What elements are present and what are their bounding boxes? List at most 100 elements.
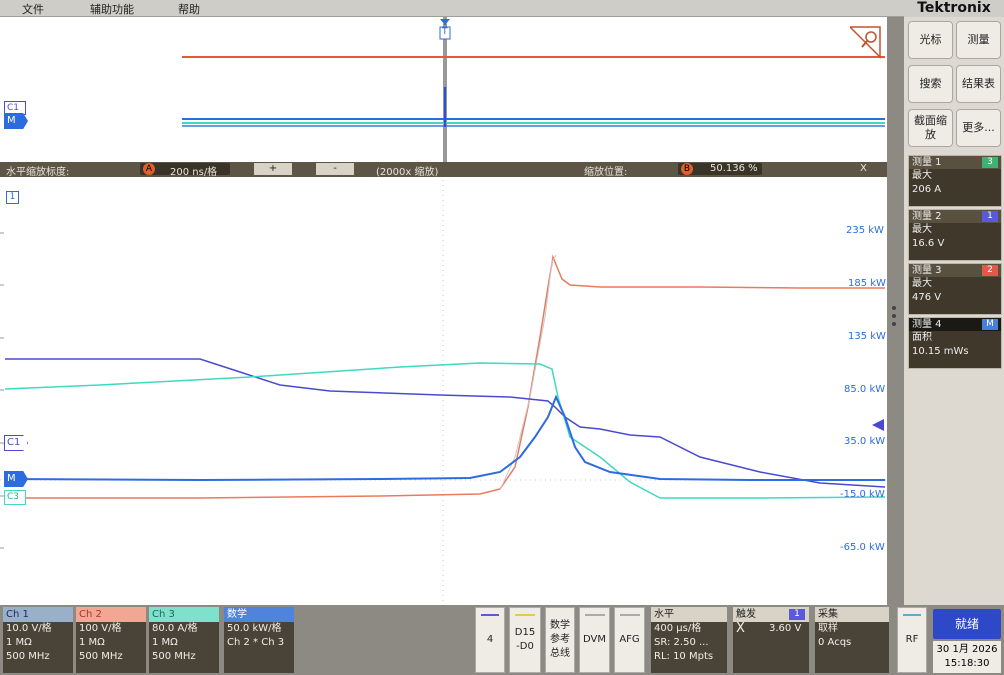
digital-label: D15 -D0 xyxy=(514,627,536,652)
math-scale: 50.0 kW/格 xyxy=(227,623,282,634)
measurement-title: 测量 4 xyxy=(912,319,942,330)
channel-3-settings[interactable]: Ch 3 80.0 A/格 1 MΩ 500 MHz xyxy=(149,607,219,673)
horizontal-record-length: RL: 10 Mpts xyxy=(654,651,714,662)
zoom-hscale-value: 200 ns/格 xyxy=(170,167,218,178)
more-button[interactable]: 更多... xyxy=(956,109,1001,147)
zoom-plus-button[interactable]: + xyxy=(254,163,292,175)
search-button[interactable]: 搜索 xyxy=(908,65,953,103)
trigger-source-badge: 1 xyxy=(789,609,805,620)
afg-label: AFG xyxy=(619,634,640,645)
menu-file[interactable]: 文件 xyxy=(22,1,44,17)
channel-scale: 10.0 V/格 xyxy=(6,623,52,634)
acquire-settings[interactable]: 采集 取样 0 Acqs xyxy=(815,607,889,673)
channel-1-settings[interactable]: Ch 1 10.0 V/格 1 MΩ 500 MHz xyxy=(3,607,73,673)
trigger-slope-icon: X xyxy=(736,621,745,636)
math-marker-top[interactable]: M xyxy=(4,113,28,129)
measurement-badge: 2 xyxy=(982,265,998,276)
digital-color-bar xyxy=(515,614,535,616)
measurement-badge: 3 xyxy=(982,157,998,168)
results-table-button[interactable]: 结果表 xyxy=(956,65,1001,103)
zoom-button[interactable]: 截面缩放 xyxy=(908,109,953,147)
rf-label: RF xyxy=(905,634,919,645)
waveform-display[interactable]: T C1 M 1 C1 M C3 235 kW 185 kW 135 kW 85… xyxy=(0,17,887,605)
channel-1-marker-top[interactable]: C1 xyxy=(4,101,26,115)
zoom-hscale-label: 水平缩放标度: xyxy=(6,167,70,178)
acquire-title: 采集 xyxy=(815,607,889,622)
axis-label: -65.0 kW xyxy=(840,542,885,553)
channel-bandwidth: 500 MHz xyxy=(6,651,50,662)
menu-help[interactable]: 帮助 xyxy=(178,1,200,17)
channel-name: 数学 xyxy=(224,607,294,622)
measurement-1[interactable]: 测量 1 3 最大 206 A xyxy=(908,155,1002,207)
math-marker[interactable]: M xyxy=(4,471,28,487)
measurement-type: 面积 xyxy=(912,332,932,343)
measurement-type: 最大 xyxy=(912,278,932,289)
horizontal-settings[interactable]: 水平 400 μs/格 SR: 2.50 ... RL: 10 Mpts xyxy=(651,607,727,673)
measurement-value: 206 A xyxy=(912,184,942,195)
channel-2-settings[interactable]: Ch 2 100 V/格 1 MΩ 500 MHz xyxy=(76,607,146,673)
afg-color-bar xyxy=(620,614,640,616)
rf-color-bar xyxy=(903,614,921,616)
measure-button[interactable]: 测量 xyxy=(956,21,1001,59)
measurement-title: 测量 2 xyxy=(912,211,942,222)
channel-bandwidth: 500 MHz xyxy=(79,651,123,662)
zoom-position-box[interactable]: B 50.136 % xyxy=(678,163,762,175)
ref-4-color-bar xyxy=(481,614,499,616)
zoom-position-value: 50.136 % xyxy=(710,163,758,174)
acquire-count: 0 Acqs xyxy=(818,637,852,648)
afg-button[interactable]: AFG xyxy=(614,607,645,673)
dvm-label: DVM xyxy=(583,634,606,645)
panel-handle[interactable] xyxy=(892,305,896,327)
cursor-button[interactable]: 光标 xyxy=(908,21,953,59)
run-status-button[interactable]: 就绪 xyxy=(933,609,1001,639)
measurement-2[interactable]: 测量 2 1 最大 16.6 V xyxy=(908,209,1002,261)
zoom-close-button[interactable]: X xyxy=(860,163,867,174)
zoom-knob-a-badge: A xyxy=(143,163,155,175)
horizontal-sample-rate: SR: 2.50 ... xyxy=(654,637,709,648)
axis-label: 135 kW xyxy=(848,331,886,342)
zoom-corner-icon[interactable] xyxy=(848,25,882,59)
level-arrow-icon[interactable] xyxy=(872,419,884,431)
horizontal-title: 水平 xyxy=(651,607,727,622)
channel-name: Ch 2 xyxy=(76,607,146,622)
brand-logo: Tektronix xyxy=(904,0,1004,17)
math-expression: Ch 2 * Ch 3 xyxy=(227,637,285,648)
date: 30 1月 2026 xyxy=(936,644,998,655)
axis-label: 235 kW xyxy=(846,225,884,236)
channel-name: Ch 1 xyxy=(3,607,73,622)
measurement-type: 最大 xyxy=(912,170,932,181)
measurement-title: 测量 1 xyxy=(912,157,942,168)
dvm-color-bar xyxy=(585,614,605,616)
zoom-hscale-box[interactable]: A 200 ns/格 xyxy=(140,163,230,178)
channel-3-marker[interactable]: C3 xyxy=(4,490,26,505)
datetime: 30 1月 2026 15:18:30 xyxy=(933,641,1001,673)
math-ref-bus-button[interactable]: 数学 参考 总线 xyxy=(545,607,575,673)
trigger-marker[interactable]: T xyxy=(438,19,452,47)
ref-1-marker[interactable]: 1 xyxy=(6,191,19,204)
channel-scale: 100 V/格 xyxy=(79,623,122,634)
time: 15:18:30 xyxy=(944,658,990,669)
axis-label: 185 kW xyxy=(848,278,886,289)
channel-scale: 80.0 A/格 xyxy=(152,623,198,634)
menu-tools[interactable]: 辅助功能 xyxy=(90,1,134,17)
ref-4-button[interactable]: 4 xyxy=(475,607,505,673)
math-settings[interactable]: 数学 50.0 kW/格 Ch 2 * Ch 3 xyxy=(224,607,294,673)
trigger-marker-label: T xyxy=(442,27,448,37)
zoom-position-label: 缩放位置: xyxy=(584,167,628,178)
acquire-mode: 取样 xyxy=(818,623,838,634)
rf-button[interactable]: RF xyxy=(897,607,927,673)
channel-1-marker[interactable]: C1 xyxy=(4,435,28,451)
channel-impedance: 1 MΩ xyxy=(152,637,178,648)
trigger-title: 触发 xyxy=(736,609,756,620)
measurement-badge: 1 xyxy=(982,211,998,222)
channel-name: Ch 3 xyxy=(149,607,219,622)
measurement-4[interactable]: 测量 4 M 面积 10.15 mWs xyxy=(908,317,1002,369)
digital-button[interactable]: D15 -D0 xyxy=(509,607,541,673)
trigger-settings[interactable]: 触发 1 X 3.60 V xyxy=(733,607,809,673)
measurement-3[interactable]: 测量 3 2 最大 476 V xyxy=(908,263,1002,315)
zoom-bar: 水平缩放标度: A 200 ns/格 + - (2000x 缩放) 缩放位置: … xyxy=(0,162,887,178)
zoom-minus-button[interactable]: - xyxy=(316,163,354,175)
trigger-header: 触发 1 xyxy=(733,607,809,622)
dvm-button[interactable]: DVM xyxy=(579,607,610,673)
bottom-bar: Ch 1 10.0 V/格 1 MΩ 500 MHz Ch 2 100 V/格 … xyxy=(0,605,1004,675)
